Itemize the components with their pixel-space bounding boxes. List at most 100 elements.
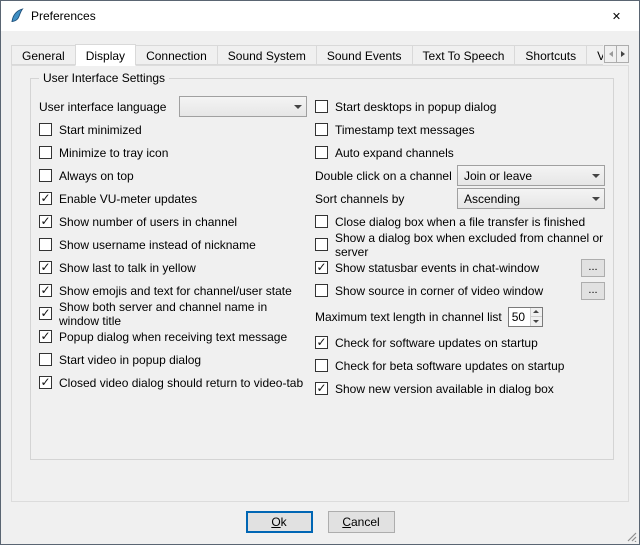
tab-text-to-speech[interactable]: Text To Speech <box>412 45 516 65</box>
tab-scroll-right-button[interactable] <box>616 45 629 63</box>
checkbox-label: Show statusbar events in chat-window <box>335 261 539 275</box>
cancel-button[interactable]: Cancel <box>328 511 395 533</box>
checkbox-label: Start desktops in popup dialog <box>335 100 496 114</box>
language-select[interactable] <box>179 96 307 117</box>
checkbox-label: Popup dialog when receiving text message <box>59 330 287 344</box>
checkbox-box <box>315 382 328 395</box>
checkbox-label: Closed video dialog should return to vid… <box>59 376 303 390</box>
sort-channels-row: Sort channels by Ascending <box>315 187 605 210</box>
tab-shortcuts[interactable]: Shortcuts <box>514 45 587 65</box>
sort-channels-label: Sort channels by <box>315 192 404 206</box>
checkbox-check-updates[interactable]: Check for software updates on startup <box>315 331 605 354</box>
checkbox-box <box>315 123 328 136</box>
checkbox-label: Show last to talk in yellow <box>59 261 196 275</box>
dialog-buttons: Ok Cancel <box>11 511 629 533</box>
dialog-body: General Display Connection Sound System … <box>1 31 639 544</box>
checkbox-box <box>39 353 52 366</box>
checkbox-box <box>39 261 52 274</box>
tab-scroller <box>604 45 629 63</box>
checkbox-box <box>315 146 328 159</box>
checkbox-server-channel-in-title[interactable]: Show both server and channel name in win… <box>39 302 307 325</box>
checkbox-timestamp-messages[interactable]: Timestamp text messages <box>315 118 605 141</box>
checkbox-label: Check for software updates on startup <box>335 336 538 350</box>
checkbox-box <box>39 215 52 228</box>
checkbox-start-minimized[interactable]: Start minimized <box>39 118 307 141</box>
chevron-down-icon <box>592 197 600 201</box>
checkbox-video-return-tab[interactable]: Closed video dialog should return to vid… <box>39 371 307 394</box>
checkbox-statusbar-events[interactable]: Show statusbar events in chat-window <box>315 261 539 275</box>
checkbox-label: Show both server and channel name in win… <box>59 300 307 328</box>
checkbox-box <box>315 359 328 372</box>
checkbox-start-desktops-popup[interactable]: Start desktops in popup dialog <box>315 95 605 118</box>
arrow-right-icon <box>621 51 625 57</box>
tab-video[interactable]: Video <box>586 45 603 65</box>
group-title: User Interface Settings <box>39 71 169 85</box>
spin-up-button[interactable] <box>531 308 542 318</box>
checkbox-label: Enable VU-meter updates <box>59 192 197 206</box>
checkbox-check-beta-updates[interactable]: Check for beta software updates on start… <box>315 354 605 377</box>
double-click-select[interactable]: Join or leave <box>457 165 605 186</box>
video-source-ellipsis-button[interactable]: ... <box>581 282 605 300</box>
checkbox-last-to-talk-yellow[interactable]: Show last to talk in yellow <box>39 256 307 279</box>
checkbox-label: Start video in popup dialog <box>59 353 201 367</box>
tab-connection[interactable]: Connection <box>135 45 218 65</box>
checkbox-box <box>315 261 328 274</box>
checkbox-label: Show username instead of nickname <box>59 238 256 252</box>
ui-settings-group: User Interface Settings User interface l… <box>30 78 614 460</box>
resize-grip[interactable] <box>624 529 637 542</box>
checkbox-start-video-popup[interactable]: Start video in popup dialog <box>39 348 307 371</box>
checkbox-show-user-count[interactable]: Show number of users in channel <box>39 210 307 233</box>
tab-bar: General Display Connection Sound System … <box>11 44 629 66</box>
spin-down-button[interactable] <box>531 317 542 326</box>
checkbox-box <box>39 169 52 182</box>
checkbox-box <box>315 100 328 113</box>
double-click-row: Double click on a channel Join or leave <box>315 164 605 187</box>
statusbar-events-ellipsis-button[interactable]: ... <box>581 259 605 277</box>
max-text-length-value: 50 <box>509 308 530 326</box>
settings-columns: User interface language Start minimized <box>39 95 605 451</box>
checkbox-box <box>39 330 52 343</box>
checkbox-box <box>39 238 52 251</box>
double-click-value: Join or leave <box>464 169 588 183</box>
tab-general[interactable]: General <box>11 45 76 65</box>
left-column: User interface language Start minimized <box>39 95 307 451</box>
display-tab-page: User Interface Settings User interface l… <box>11 65 629 502</box>
checkbox-label: Minimize to tray icon <box>59 146 168 160</box>
checkbox-label: Show number of users in channel <box>59 215 237 229</box>
checkbox-label: Start minimized <box>59 123 142 137</box>
tab-sound-events[interactable]: Sound Events <box>316 45 413 65</box>
arrow-down-icon <box>533 320 539 323</box>
checkbox-auto-expand-channels[interactable]: Auto expand channels <box>315 141 605 164</box>
checkbox-video-source-corner[interactable]: Show source in corner of video window <box>315 284 543 298</box>
language-row: User interface language <box>39 95 307 118</box>
checkbox-new-version-dialog[interactable]: Show new version available in dialog box <box>315 377 605 400</box>
checkbox-vu-meter-updates[interactable]: Enable VU-meter updates <box>39 187 307 210</box>
tab-display[interactable]: Display <box>75 44 136 66</box>
ok-button[interactable]: Ok <box>246 511 313 533</box>
checkbox-label: Auto expand channels <box>335 146 454 160</box>
max-text-length-label: Maximum text length in channel list <box>315 310 502 324</box>
chevron-down-icon <box>592 174 600 178</box>
checkbox-always-on-top[interactable]: Always on top <box>39 164 307 187</box>
checkbox-box <box>315 284 328 297</box>
checkbox-box <box>39 192 52 205</box>
checkbox-label: Close dialog box when a file transfer is… <box>335 215 585 229</box>
checkbox-box <box>39 307 52 320</box>
checkbox-label: Show source in corner of video window <box>335 284 543 298</box>
close-button[interactable]: ✕ <box>594 1 639 31</box>
checkbox-show-username[interactable]: Show username instead of nickname <box>39 233 307 256</box>
spinner-buttons <box>530 308 542 326</box>
sort-channels-select[interactable]: Ascending <box>457 188 605 209</box>
arrow-up-icon <box>533 310 539 313</box>
checkbox-label: Show emojis and text for channel/user st… <box>59 284 292 298</box>
checkbox-popup-text-message[interactable]: Popup dialog when receiving text message <box>39 325 307 348</box>
titlebar[interactable]: Preferences ✕ <box>1 1 639 31</box>
tab-sound-system[interactable]: Sound System <box>217 45 317 65</box>
max-text-length-spinner[interactable]: 50 <box>508 307 543 327</box>
sort-channels-value: Ascending <box>464 192 588 206</box>
language-label: User interface language <box>39 100 166 114</box>
checkbox-box <box>39 146 52 159</box>
checkbox-excluded-dialog[interactable]: Show a dialog box when excluded from cha… <box>315 233 605 256</box>
checkbox-box <box>315 238 328 251</box>
checkbox-minimize-to-tray[interactable]: Minimize to tray icon <box>39 141 307 164</box>
